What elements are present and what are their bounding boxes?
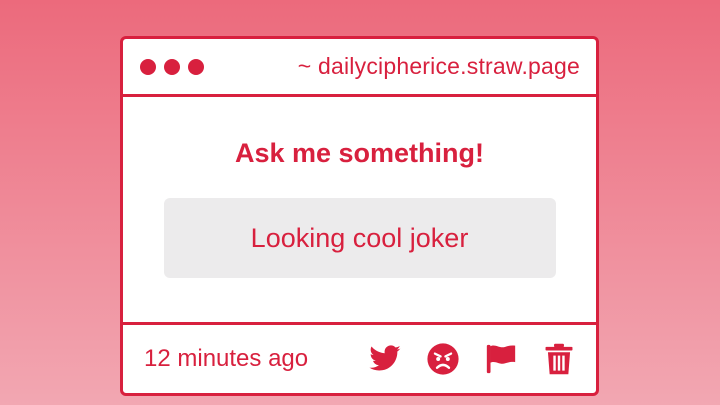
answer-text: Looking cool joker <box>250 222 469 253</box>
twitter-icon[interactable] <box>367 341 403 377</box>
window-dot-1 <box>140 58 156 75</box>
flag-icon[interactable] <box>483 341 519 377</box>
card-footer: 12 minutes ago <box>123 325 596 393</box>
question-card: ~ dailycipherice.straw.page Ask me somet… <box>120 36 599 396</box>
answer-box: Looking cool joker <box>163 198 556 278</box>
question-content: Ask me something! Looking cool joker <box>123 97 596 325</box>
action-bar <box>367 341 577 377</box>
window-dot-3 <box>188 58 204 75</box>
window-titlebar: ~ dailycipherice.straw.page <box>123 39 596 97</box>
window-dot-2 <box>164 58 180 75</box>
timestamp: 12 minutes ago <box>144 345 309 372</box>
window-controls <box>140 58 204 75</box>
trash-icon[interactable] <box>541 341 577 377</box>
page-url: ~ dailycipherice.straw.page <box>297 53 580 79</box>
page-title: Ask me something! <box>234 138 485 168</box>
angry-face-icon[interactable] <box>425 341 461 377</box>
